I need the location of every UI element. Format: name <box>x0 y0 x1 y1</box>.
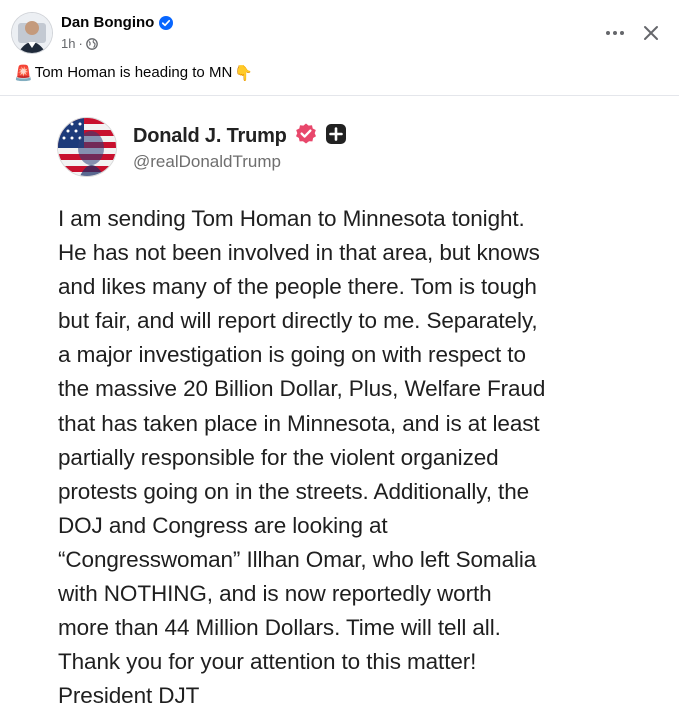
globe-icon[interactable] <box>85 37 98 50</box>
embedded-author-avatar <box>57 117 117 177</box>
more-horizontal-icon <box>606 31 624 35</box>
meta-separator: · <box>78 36 83 51</box>
caption-text: Tom Homan is heading to MN <box>34 64 233 81</box>
flag-portrait-avatar-icon <box>58 118 116 176</box>
siren-emoji-icon: 🚨 <box>14 64 33 82</box>
post-timestamp[interactable]: 1h <box>61 36 75 51</box>
embedded-author-row: Donald J. Trump <box>133 122 347 151</box>
facebook-post: Dan Bongino 1h · 🚨 Tom Homan is heading … <box>0 0 679 722</box>
post-header: Dan Bongino 1h · <box>0 0 679 62</box>
embedded-author-name: Donald J. Trump <box>133 125 287 147</box>
embedded-post-text: I am sending Tom Homan to Minnesota toni… <box>58 206 546 709</box>
close-icon <box>644 26 658 40</box>
embedded-author-handle: @realDonaldTrump <box>133 152 281 171</box>
author-avatar[interactable] <box>12 13 52 53</box>
verified-badge-icon <box>159 15 174 30</box>
author-name-row: Dan Bongino <box>61 14 174 31</box>
more-options-button[interactable] <box>600 18 630 48</box>
pointing-down-emoji-icon: 👇 <box>234 64 253 82</box>
author-name[interactable]: Dan Bongino <box>61 14 154 31</box>
post-caption: 🚨 Tom Homan is heading to MN 👇 <box>14 62 253 84</box>
plus-badge-icon <box>325 123 347 150</box>
post-meta: 1h · <box>61 36 98 51</box>
close-button[interactable] <box>636 18 666 48</box>
verified-badge-icon <box>294 122 318 151</box>
author-avatar-image <box>12 13 52 53</box>
